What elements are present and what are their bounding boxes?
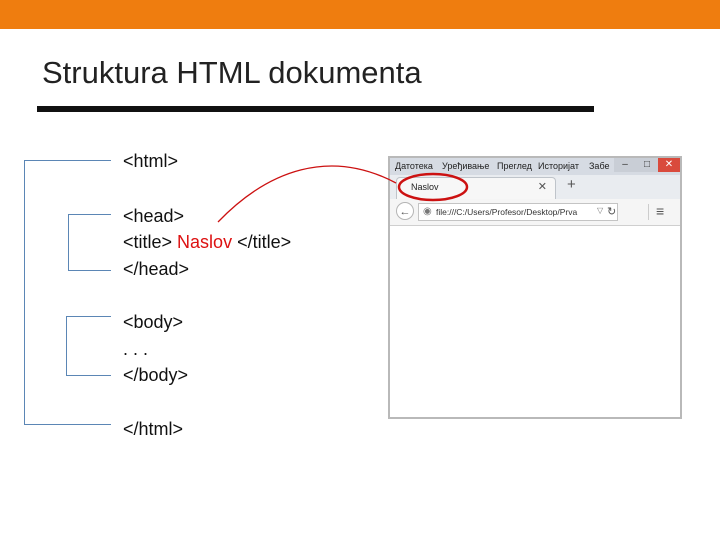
annotation-overlay (217, 165, 469, 223)
highlight-ellipse (397, 172, 469, 202)
connector-curve (217, 165, 397, 223)
